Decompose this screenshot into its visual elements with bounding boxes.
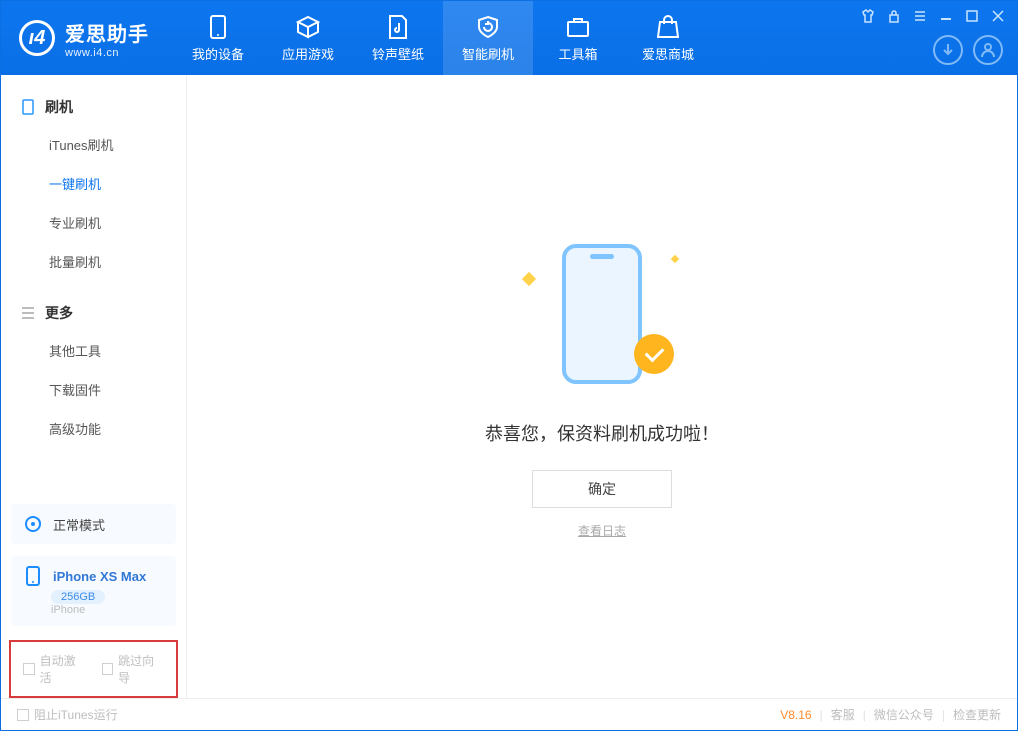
app-window: ı4 爱思助手 www.i4.cn 我的设备 应用游戏 铃声壁纸 智能刷机 工具 xyxy=(0,0,1018,731)
mode-label: 正常模式 xyxy=(53,515,105,534)
app-url: www.i4.cn xyxy=(65,47,149,59)
cube-icon xyxy=(295,14,321,40)
group-more-header: 更多 xyxy=(1,295,186,331)
sidebar: 刷机 iTunes刷机 一键刷机 专业刷机 批量刷机 更多 其他工具 下载固件 … xyxy=(1,75,187,698)
device-icon xyxy=(21,100,35,114)
device-card[interactable]: iPhone XS Max 256GB iPhone xyxy=(11,556,176,626)
device-name: iPhone XS Max xyxy=(53,569,146,584)
check-icon xyxy=(634,334,674,374)
auto-activate-checkbox[interactable]: 自动激活 xyxy=(23,652,86,686)
device-type: iPhone xyxy=(51,604,85,616)
tab-toolbox[interactable]: 工具箱 xyxy=(533,1,623,75)
tab-store[interactable]: 爱思商城 xyxy=(623,1,713,75)
ok-button[interactable]: 确定 xyxy=(532,470,672,508)
phone-icon xyxy=(205,14,231,40)
mode-card[interactable]: 正常模式 xyxy=(11,504,176,544)
storage-badge: 256GB xyxy=(51,590,105,604)
menu-icon[interactable] xyxy=(911,7,929,25)
list-icon xyxy=(21,306,35,320)
group-flash-header: 刷机 xyxy=(1,89,186,125)
refresh-shield-icon xyxy=(475,14,501,40)
sidebar-item-advanced[interactable]: 高级功能 xyxy=(1,409,186,448)
skip-guide-checkbox[interactable]: 跳过向导 xyxy=(102,652,165,686)
statusbar: 阻止iTunes运行 V8.16 | 客服 | 微信公众号 | 检查更新 xyxy=(1,698,1017,730)
wechat-link[interactable]: 微信公众号 xyxy=(874,706,934,723)
maximize-button[interactable] xyxy=(963,7,981,25)
briefcase-icon xyxy=(565,14,591,40)
lock-icon[interactable] xyxy=(885,7,903,25)
flash-options-box: 自动激活 跳过向导 xyxy=(9,640,178,698)
tab-flash[interactable]: 智能刷机 xyxy=(443,1,533,75)
success-illustration xyxy=(522,234,682,394)
sidebar-item-download-firmware[interactable]: 下载固件 xyxy=(1,370,186,409)
sidebar-item-pro-flash[interactable]: 专业刷机 xyxy=(1,203,186,242)
check-update-link[interactable]: 检查更新 xyxy=(953,706,1001,723)
mode-icon xyxy=(23,514,43,534)
device-phone-icon xyxy=(23,566,43,586)
view-log-link[interactable]: 查看日志 xyxy=(578,522,626,539)
main-content: 恭喜您，保资料刷机成功啦！ 确定 查看日志 xyxy=(187,75,1017,698)
download-button[interactable] xyxy=(933,35,963,65)
music-file-icon xyxy=(385,14,411,40)
app-name: 爱思助手 xyxy=(65,18,149,47)
support-link[interactable]: 客服 xyxy=(831,706,855,723)
window-controls xyxy=(859,7,1007,25)
user-button[interactable] xyxy=(973,35,1003,65)
nav-tabs: 我的设备 应用游戏 铃声壁纸 智能刷机 工具箱 爱思商城 xyxy=(173,1,713,75)
sidebar-item-itunes-flash[interactable]: iTunes刷机 xyxy=(1,125,186,164)
titlebar: ı4 爱思助手 www.i4.cn 我的设备 应用游戏 铃声壁纸 智能刷机 工具 xyxy=(1,1,1017,75)
tab-my-device[interactable]: 我的设备 xyxy=(173,1,263,75)
logo: ı4 爱思助手 www.i4.cn xyxy=(19,18,149,59)
tab-apps[interactable]: 应用游戏 xyxy=(263,1,353,75)
sidebar-item-oneclick-flash[interactable]: 一键刷机 xyxy=(1,164,186,203)
close-button[interactable] xyxy=(989,7,1007,25)
sidebar-item-batch-flash[interactable]: 批量刷机 xyxy=(1,242,186,281)
minimize-button[interactable] xyxy=(937,7,955,25)
shirt-icon[interactable] xyxy=(859,7,877,25)
version-label: V8.16 xyxy=(780,708,811,722)
sidebar-item-other-tools[interactable]: 其他工具 xyxy=(1,331,186,370)
success-message: 恭喜您，保资料刷机成功啦！ xyxy=(485,420,719,446)
logo-icon: ı4 xyxy=(19,20,55,56)
prevent-itunes-checkbox[interactable]: 阻止iTunes运行 xyxy=(17,706,118,723)
bag-icon xyxy=(655,14,681,40)
tab-ringtones[interactable]: 铃声壁纸 xyxy=(353,1,443,75)
